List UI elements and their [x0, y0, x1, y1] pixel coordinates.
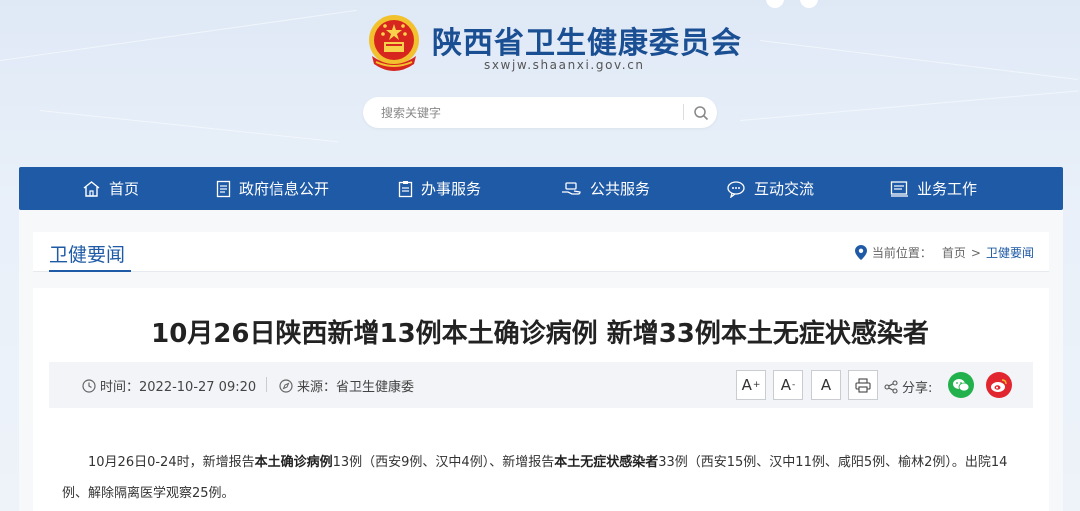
body-highlight-asymptomatic: 本土无症状感染者 — [554, 455, 659, 470]
top-right-circle-icon[interactable] — [766, 0, 784, 8]
article-body: 10月26日0-24时，新增报告本土确诊病例13例（西安9例、汉中4例）、新增报… — [62, 447, 1022, 509]
article-title: 10月26日陕西新增13例本土确诊病例 新增33例本土无症状感染者 — [151, 319, 929, 349]
nav-item-services[interactable]: 办事服务 — [398, 167, 481, 210]
weibo-icon — [991, 378, 1007, 392]
article-source: 来源：省卫生健康委 — [279, 376, 414, 395]
background-decoration — [0, 9, 357, 61]
meta-divider — [266, 377, 267, 392]
nav-label-gov-info: 政府信息公开 — [239, 180, 330, 198]
search-divider — [683, 104, 684, 120]
site-title: 陕西省卫生健康委员会 — [432, 26, 742, 61]
nav-label-interaction: 互动交流 — [754, 180, 815, 198]
site-domain: sxwjw.shaanxi.gov.cn — [484, 58, 645, 72]
main-nav: 首页 政府信息公开 办事服务 公共服务 互动交流 业务工作 — [19, 167, 1063, 210]
nav-item-business[interactable]: 业务工作 — [890, 167, 977, 210]
nav-item-gov-info[interactable]: 政府信息公开 — [216, 167, 329, 210]
breadcrumb-separator: > — [970, 245, 981, 260]
nav-item-home[interactable]: 首页 — [82, 167, 139, 210]
font-decrease-mark: - — [792, 380, 796, 390]
nav-item-public-service[interactable]: 公共服务 — [560, 167, 650, 210]
nav-label-business: 业务工作 — [917, 180, 978, 198]
wechat-icon — [953, 378, 970, 391]
font-increase-button[interactable]: A + — [736, 370, 766, 400]
share-section: 分享: — [884, 377, 932, 396]
location-label: 当前位置： — [871, 246, 932, 260]
font-decrease-button[interactable]: A- — [773, 370, 803, 400]
background-decoration — [759, 40, 1078, 80]
font-reset-button[interactable]: A — [811, 370, 841, 400]
wechat-share-button[interactable] — [948, 372, 974, 398]
breadcrumb-home[interactable]: 首页 — [942, 244, 966, 261]
font-reset-label: A — [820, 376, 832, 394]
breadcrumb: 当前位置： 首页 > 卫健要闻 — [854, 244, 1034, 261]
section-title: 卫健要闻 — [49, 244, 126, 266]
nav-label-home: 首页 — [109, 180, 140, 198]
background-decoration — [739, 90, 1079, 121]
printer-icon — [855, 377, 871, 393]
background-decoration — [39, 110, 339, 143]
nav-item-interaction[interactable]: 互动交流 — [726, 167, 814, 210]
compass-icon — [279, 378, 293, 393]
nav-label-services: 办事服务 — [421, 180, 482, 198]
location-pin-icon — [854, 245, 867, 260]
top-right-circle-icon[interactable] — [800, 0, 818, 8]
home-icon — [83, 180, 100, 197]
share-label: 分享: — [902, 381, 933, 396]
search-icon[interactable] — [693, 105, 709, 121]
article-source-text: 来源：省卫生健康委 — [297, 380, 415, 395]
document-icon — [216, 180, 231, 197]
publish-time: 时间：2022-10-27 09:20 — [82, 376, 256, 395]
search-bar — [363, 97, 717, 128]
body-highlight-confirmed: 本土确诊病例 — [254, 455, 333, 470]
chat-icon — [727, 180, 745, 198]
font-decrease-label: A — [780, 376, 791, 394]
share-icon — [884, 379, 898, 394]
font-increase-mark: + — [752, 380, 761, 390]
print-button[interactable] — [848, 370, 878, 400]
clock-icon — [82, 378, 96, 393]
body-text-segment: 13例（西安9例、汉中4例）、新增报告 — [332, 455, 555, 470]
section-title-underline — [49, 270, 131, 272]
hand-service-icon — [562, 181, 581, 195]
nav-label-public-service: 公共服务 — [590, 180, 651, 198]
body-text-segment: 10月26日0-24时，新增报告 — [88, 455, 255, 470]
briefcase-icon — [890, 180, 908, 197]
publish-time-text: 时间：2022-10-27 09:20 — [100, 380, 257, 395]
clipboard-icon — [398, 180, 413, 197]
breadcrumb-current[interactable]: 卫健要闻 — [986, 244, 1034, 261]
font-increase-label: A — [741, 376, 752, 394]
weibo-share-button[interactable] — [986, 372, 1012, 398]
search-input[interactable] — [381, 104, 671, 122]
national-emblem-icon — [369, 15, 419, 71]
